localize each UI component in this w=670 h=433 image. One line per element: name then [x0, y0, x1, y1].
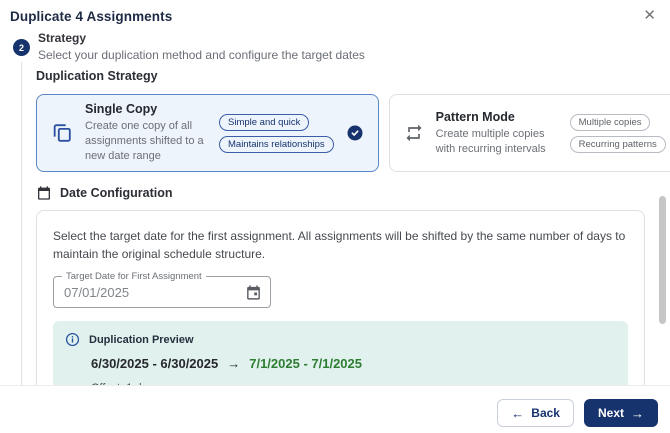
strategy-option-chips: Multiple copies Recurring patterns: [569, 113, 666, 153]
back-arrow-icon: ←: [511, 405, 525, 421]
step-number-badge: 2: [13, 39, 30, 56]
strategy-option-single-copy[interactable]: Single Copy Create one copy of all assig…: [36, 94, 379, 172]
preview-source-range: 6/30/2025 - 6/30/2025: [91, 356, 219, 371]
chip-multiple-copies: Multiple copies: [569, 113, 651, 131]
preview-date-mapping: 6/30/2025 - 6/30/2025 → 7/1/2025 - 7/1/202…: [91, 356, 614, 371]
chip-maintains-relationships: Maintains relationships: [219, 135, 334, 153]
target-date-input[interactable]: [54, 284, 245, 300]
next-button-label: Next: [597, 406, 624, 420]
chip-simple-and-quick: Simple and quick: [219, 113, 310, 131]
target-date-field[interactable]: Target Date for First Assignment: [53, 271, 271, 308]
strategy-option-pattern-mode[interactable]: Pattern Mode Create multiple copies with…: [388, 94, 670, 172]
calendar-picker-icon: [245, 284, 262, 301]
scrollbar[interactable]: [659, 196, 666, 324]
preview-title: Duplication Preview: [89, 333, 194, 346]
back-button-label: Back: [531, 406, 560, 420]
arrow-right-icon: →: [227, 356, 241, 371]
preview-offset: Offset: 1 days: [91, 382, 614, 385]
dialog-footer: ← Back Next →: [497, 399, 658, 427]
duplication-strategy-heading: Duplication Strategy: [36, 69, 158, 83]
dialog-title: Duplicate 4 Assignments: [10, 9, 173, 24]
chip-recurring-patterns: Recurring patterns: [569, 135, 666, 153]
stepper-step-2: 2 Strategy Select your duplication metho…: [13, 31, 365, 62]
repeat-icon: [404, 123, 424, 143]
calendar-icon: [36, 185, 52, 201]
step-label: Strategy: [38, 31, 87, 45]
strategy-option-title: Single Copy: [85, 102, 158, 117]
selected-check-icon: [346, 124, 364, 142]
duplicate-assignments-dialog: Duplicate 4 Assignments ✕ 2 Strategy Sel…: [0, 0, 670, 433]
preview-target-range: 7/1/2025 - 7/1/2025: [249, 356, 362, 371]
strategy-options: Single Copy Create one copy of all assig…: [36, 94, 670, 172]
date-configuration-heading: Date Configuration: [60, 186, 173, 200]
info-icon: [65, 332, 80, 347]
date-instructions: Select the target date for the first ass…: [53, 229, 626, 261]
back-button[interactable]: ← Back: [497, 399, 574, 427]
next-button[interactable]: Next →: [583, 399, 658, 427]
datepicker-toggle-button[interactable]: [245, 284, 270, 301]
strategy-option-description: Create one copy of all assignments shift…: [85, 120, 204, 162]
strategy-option-description: Create multiple copies with recurring in…: [435, 127, 546, 155]
close-icon[interactable]: ✕: [641, 6, 658, 25]
target-date-label: Target Date for First Assignment: [62, 271, 206, 282]
duplication-preview-box: Duplication Preview 6/30/2025 - 6/30/202…: [53, 321, 628, 385]
next-arrow-icon: →: [631, 405, 644, 421]
strategy-option-title: Pattern Mode: [435, 109, 515, 124]
date-configuration-card: Select the target date for the first ass…: [36, 210, 645, 385]
copy-icon: [51, 122, 73, 144]
step-content-scroll-area: Duplication Strategy Single Copy Create …: [0, 60, 670, 386]
stepper-connector-line: [21, 62, 22, 385]
strategy-option-chips: Simple and quick Maintains relationships: [219, 113, 334, 153]
